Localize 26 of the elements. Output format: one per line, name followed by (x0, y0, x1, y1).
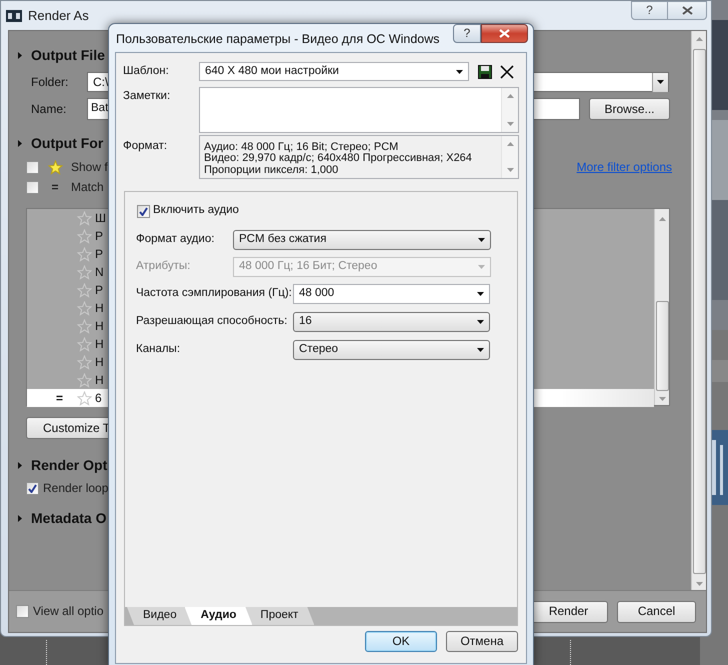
checkbox-label: Включить аудио (153, 204, 239, 218)
field-label: Folder: (30, 74, 70, 90)
equals-mark: = (51, 180, 58, 195)
field-label: Заметки: (123, 89, 172, 104)
section-heading: Output File (31, 46, 105, 64)
section-heading: Render Opt (31, 456, 108, 474)
field-label: Формат аудио: (136, 233, 216, 247)
section-heading: Output For (31, 134, 104, 152)
filter-label: Show f (71, 160, 108, 175)
dialog-title: Пользовательские параметры - Видео для ОС Windows (116, 32, 440, 47)
window-title: Render As (28, 8, 89, 24)
field-label: Атрибуты: (136, 260, 192, 274)
format-line: Аудио: 48 000 Гц; 16 Bit; Стерео; PCM (204, 142, 400, 153)
field-label: Разрешающая способность: (136, 315, 288, 329)
field-label: Формат: (123, 139, 168, 154)
format-line: Видео: 29,970 кадр/с; 640x480 Прогрессивная; X264 (204, 153, 473, 165)
option-label: View all optio (33, 604, 104, 619)
field-label: Каналы: (136, 343, 182, 357)
dropdown: 48 000 Гц; 16 Бит; Стерео (233, 257, 491, 277)
option-label: Render loop (43, 480, 108, 496)
section-heading: Metadata O (31, 510, 106, 526)
filter-label: Match (71, 180, 104, 195)
format-line: Пропорции пикселя: 1,000 (204, 164, 340, 176)
field-label: Name: (30, 102, 68, 116)
field-label: Частота сэмплирования (Гц): (136, 287, 293, 301)
field-label: Шаблон: (123, 64, 170, 78)
